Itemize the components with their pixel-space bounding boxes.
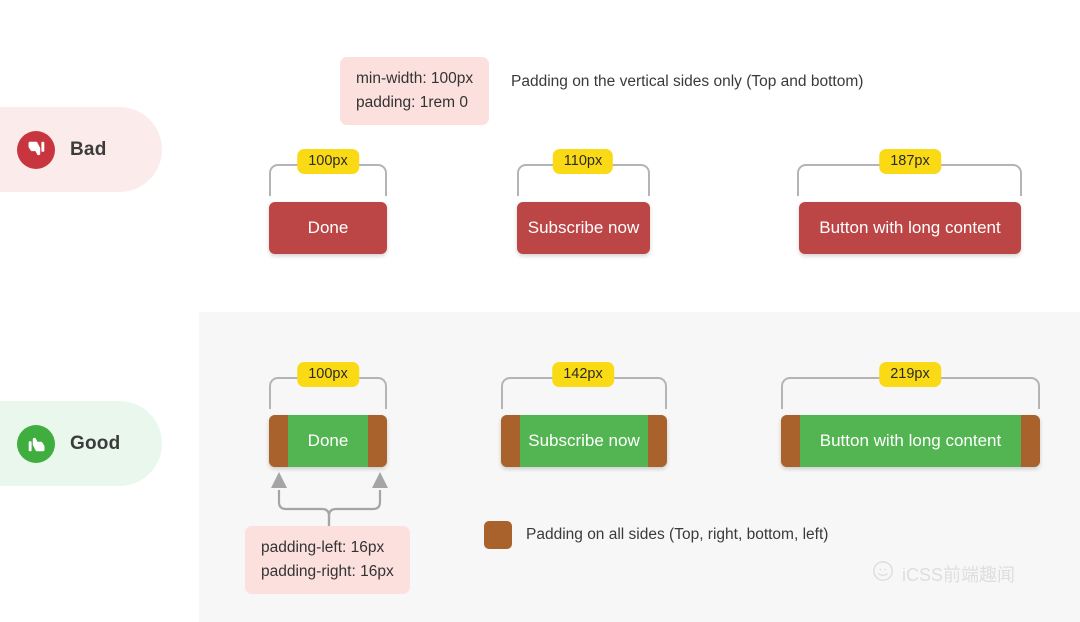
verdict-pill-good: Good [0,401,162,486]
bad-button-done-label: Done [307,218,349,237]
legend-swatch-brown [484,521,512,549]
left-gutter [0,0,199,622]
verdict-pill-bad: Bad [0,107,162,192]
good-button-long-label: Button with long content [819,431,1002,450]
padding-callout-arrows [262,468,397,535]
thumbs-up-icon [17,424,55,463]
padding-right-block-2 [648,415,667,467]
verdict-label-good: Good [70,432,121,454]
good-button-long[interactable]: Button with long content [781,415,1040,467]
code-chip-min-width: min-width: 100px padding: 1rem 0 [340,57,490,126]
verdict-label-bad: Bad [70,138,107,160]
code-chip-line-1: min-width: 100px [356,70,474,87]
good-button-done-label: Done [307,431,349,450]
wechat-icon [872,560,894,587]
width-badge-bad-1: 100px [297,149,359,174]
good-button-done[interactable]: Done [269,415,387,467]
padding-chip-line-2: padding-right: 16px [261,563,394,581]
watermark: iCSS前端趣闻 [872,560,1015,587]
bad-button-subscribe[interactable]: Subscribe now [517,202,650,254]
padding-left-block-3 [781,415,800,467]
code-chip-line-2: padding: 1rem 0 [356,94,469,112]
padding-chip-line-1: padding-left: 16px [261,539,385,556]
width-badge-bad-2: 110px [552,149,614,174]
padding-right-block-1 [368,415,387,467]
bad-section-caption: Padding on the vertical sides only (Top … [511,73,864,90]
padding-left-block-1 [269,415,288,467]
width-badge-bad-3: 187px [879,149,941,174]
width-badge-good-3: 219px [879,362,941,387]
padding-chip: padding-left: 16px padding-right: 16px [245,526,410,595]
bad-button-long[interactable]: Button with long content [799,202,1021,254]
padding-left-block-2 [501,415,520,467]
good-button-subscribe[interactable]: Subscribe now [501,415,667,467]
watermark-text: iCSS前端趣闻 [902,564,1016,585]
padding-right-block-3 [1021,415,1040,467]
good-button-subscribe-label: Subscribe now [528,431,640,450]
bad-button-long-label: Button with long content [819,218,1001,237]
width-badge-good-1: 100px [297,362,359,387]
width-badge-good-2: 142px [552,362,614,387]
bad-button-done[interactable]: Done [269,202,387,254]
padding-legend: Padding on all sides (Top, right, bottom… [484,521,828,549]
screenshot-root: Bad Good min-width: 100px padding: 1rem … [0,0,1080,622]
bad-button-subscribe-label: Subscribe now [527,218,640,237]
legend-label: Padding on all sides (Top, right, bottom… [526,526,829,543]
thumbs-down-icon [17,130,55,169]
